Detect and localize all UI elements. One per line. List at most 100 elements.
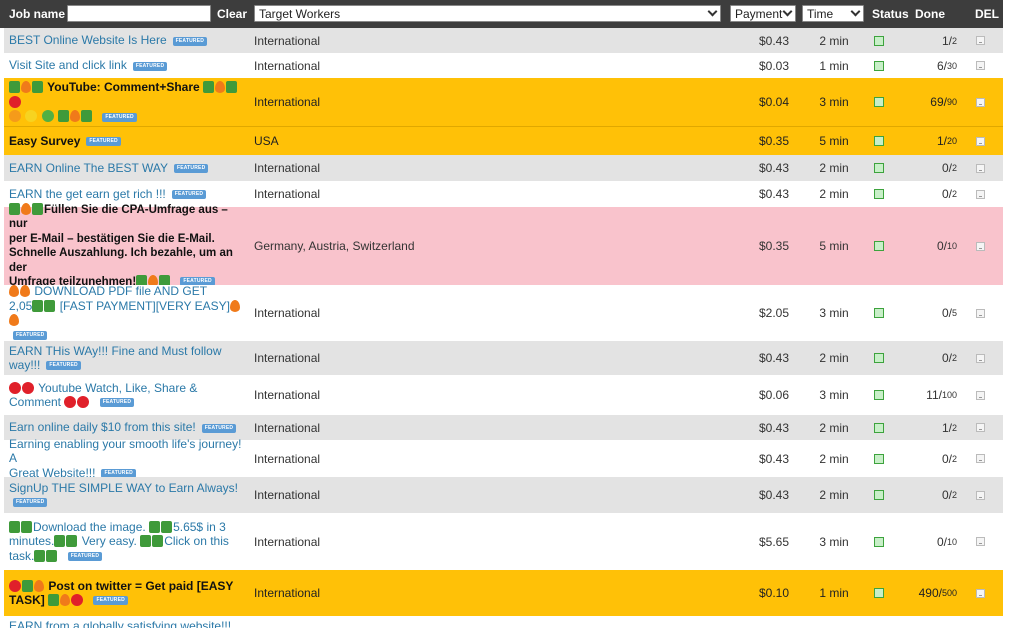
job-link[interactable]: YouTube: Comment+Share FEATURED (9, 80, 249, 124)
money-icon (44, 299, 56, 312)
time-sort-select[interactable]: Time (802, 5, 864, 22)
job-link[interactable]: EARN the get earn get rich !!! FEATURED (9, 187, 207, 202)
done-count: 1/2 (941, 33, 957, 48)
job-link[interactable]: Youtube Watch, Like, Share & Comment FEA… (9, 381, 197, 410)
money-icon (32, 81, 43, 94)
delete-icon[interactable] (975, 36, 985, 45)
job-link[interactable]: Easy Survey FEATURED (9, 134, 121, 149)
job-link[interactable]: Earning enabling your smooth life's jour… (9, 437, 249, 481)
job-name-label: Job name (9, 7, 66, 21)
delete-icon[interactable] (975, 189, 985, 199)
featured-badge: FEATURED (132, 61, 168, 71)
done-count: 1/20 (936, 134, 957, 148)
done-count: 0/10 (936, 534, 957, 549)
job-link[interactable]: Post on twitter = Get paid [EASY TASK] F… (9, 579, 233, 608)
payment-sort-select[interactable]: Payment (730, 5, 796, 22)
delete-icon[interactable] (975, 353, 985, 363)
table-row: EARN THis WAy!!! Fine and Must follow wa… (4, 341, 1003, 375)
money-icon (9, 520, 20, 533)
job-name-input[interactable] (67, 5, 211, 22)
time-value: 2 min (819, 187, 849, 201)
time-value: 3 min (819, 306, 849, 320)
del-header: DEL (975, 7, 999, 21)
payment-value: $0.10 (758, 586, 789, 600)
job-link[interactable]: Earn online daily $10 from this site! FEA… (9, 420, 237, 435)
target-country: International (254, 306, 321, 320)
target-country: International (254, 187, 321, 201)
featured-badge: FEATURED (171, 190, 207, 200)
delete-icon[interactable] (975, 588, 985, 598)
clear-button[interactable]: Clear (217, 7, 247, 21)
time-value: 2 min (819, 420, 849, 435)
job-link[interactable]: EARN THis WAy!!! Fine and Must follow wa… (9, 344, 222, 373)
delete-icon[interactable] (975, 136, 985, 146)
time-value: 2 min (819, 33, 849, 48)
job-link[interactable]: Füllen Sie die CPA-Umfrage aus – nur per… (9, 202, 249, 290)
payment-value: $0.35 (758, 134, 789, 148)
target-country: International (254, 95, 321, 109)
delete-icon[interactable] (975, 163, 985, 173)
delete-icon[interactable] (975, 390, 985, 400)
payment-value: $0.04 (758, 95, 789, 109)
table-row: SignUp THE SIMPLE WAY to Earn Always! FE… (4, 477, 1003, 513)
delete-icon[interactable] (975, 423, 985, 432)
delete-icon[interactable] (975, 537, 985, 546)
money-icon (203, 81, 215, 94)
done-count: 0/10 (936, 239, 957, 253)
job-link[interactable]: SignUp THE SIMPLE WAY to Earn Always! FE… (9, 481, 238, 510)
money-icon (54, 535, 66, 548)
payment-value: $0.43 (758, 187, 789, 201)
status-indicator-icon (874, 163, 884, 173)
done-count: 1/2 (941, 420, 957, 435)
time-value: 5 min (819, 239, 849, 253)
job-link[interactable]: BEST Online Website Is Here FEATURED (9, 33, 208, 48)
table-row: BEST Online Website Is Here FEATURED Inte… (4, 28, 1003, 53)
delete-icon[interactable] (975, 308, 985, 318)
red-circle-icon (9, 579, 21, 592)
done-count: 0/2 (941, 187, 957, 201)
table-row: Youtube Watch, Like, Share & Comment FEA… (4, 375, 1003, 415)
delete-icon[interactable] (975, 454, 985, 463)
status-indicator-icon (874, 189, 884, 199)
job-link[interactable]: DOWNLOAD PDF file AND GET 2,05 [FAST PAY… (9, 284, 249, 342)
fire-icon (215, 81, 226, 94)
red-circle-icon (64, 396, 77, 408)
fire-icon (20, 285, 30, 297)
delete-icon[interactable] (975, 97, 985, 107)
featured-badge: FEATURED (99, 398, 135, 408)
target-country: International (254, 420, 321, 435)
payment-value: $0.43 (758, 488, 789, 502)
job-link[interactable]: EARN Online The BEST WAY FEATURED (9, 161, 209, 176)
table-row: DOWNLOAD PDF file AND GET 2,05 [FAST PAY… (4, 284, 1003, 342)
job-link[interactable]: Download the image. 5.65$ in 3 minutes. … (9, 520, 229, 564)
status-indicator-icon (874, 490, 884, 500)
fire-icon (60, 594, 71, 606)
payment-value: $0.35 (758, 239, 789, 253)
done-count: 490/500 (918, 586, 957, 600)
table-header: Job name Clear Target Workers Payment Ti… (0, 0, 1003, 28)
money-icon (46, 549, 58, 562)
target-country: USA (254, 134, 279, 148)
payment-value: $2.05 (758, 306, 789, 320)
done-count: 6/30 (936, 58, 957, 73)
delete-icon[interactable] (975, 61, 985, 70)
delete-icon[interactable] (975, 241, 985, 251)
featured-badge: FEATURED (102, 112, 137, 122)
target-workers-select[interactable]: Target Workers (254, 5, 721, 22)
chevron-down-icon (782, 6, 793, 17)
delete-icon[interactable] (975, 490, 985, 500)
job-link[interactable]: EARN from a globally satisfying website!… (9, 619, 231, 628)
status-indicator-icon (874, 422, 884, 433)
money-icon (32, 202, 43, 215)
status-indicator-icon (874, 241, 884, 251)
money-icon (22, 579, 33, 592)
red-circle-icon (22, 381, 34, 394)
done-count: 0/2 (941, 351, 957, 365)
payment-value: $0.03 (758, 58, 789, 73)
job-link[interactable]: Visit Site and click link FEATURED (9, 58, 168, 73)
fire-icon (21, 202, 31, 215)
money-icon (149, 520, 161, 533)
fire-icon (9, 285, 19, 297)
payment-value: $0.43 (758, 33, 789, 48)
featured-badge: FEATURED (86, 137, 121, 147)
